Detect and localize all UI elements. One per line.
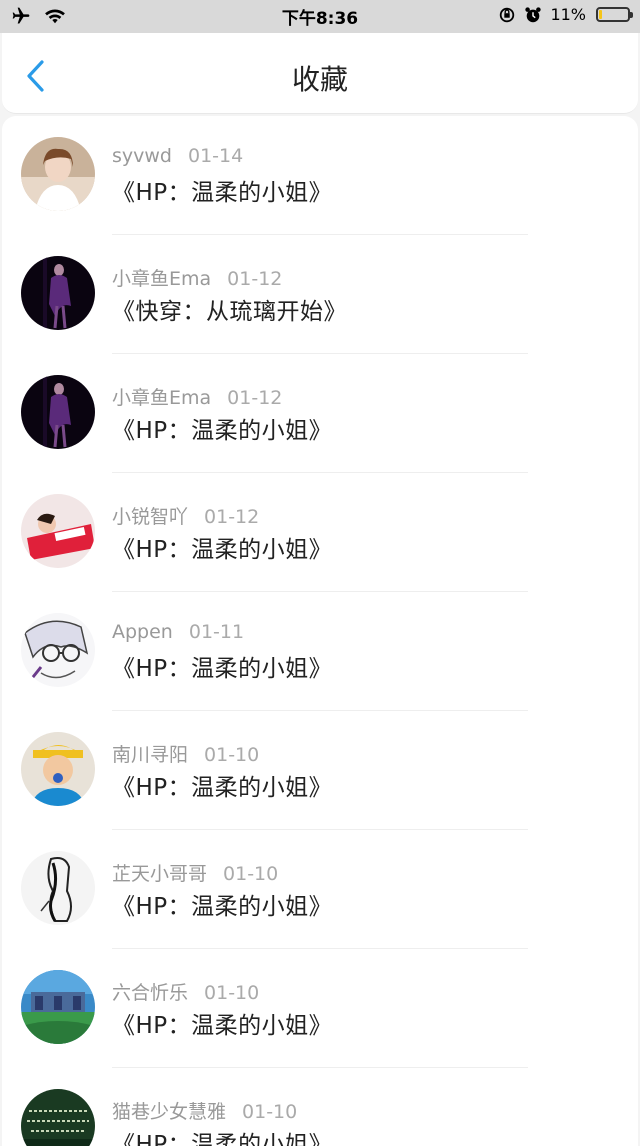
list-item[interactable]: 南川寻阳 01-10 《HP：温柔的小姐》: [2, 711, 638, 830]
item-meta: 芷天小哥哥 01-10: [112, 859, 278, 886]
list-item[interactable]: 芷天小哥哥 01-10 《HP：温柔的小姐》: [2, 830, 638, 949]
item-meta: 猫巷少女慧雅 01-10: [112, 1097, 297, 1124]
item-date: 01-11: [188, 621, 245, 643]
username[interactable]: 芷天小哥哥: [112, 863, 207, 885]
item-meta: syvwd 01-14: [112, 145, 243, 167]
alarm-icon: [524, 6, 542, 24]
status-bar: 下午8:36 11%: [0, 0, 640, 33]
battery-percent: 11%: [550, 5, 586, 24]
orientation-lock-icon: [498, 6, 516, 24]
item-date: 01-10: [204, 982, 260, 1004]
status-right: 11%: [498, 5, 633, 24]
avatar[interactable]: [21, 1089, 95, 1146]
book-title[interactable]: 《快穿：从琉璃开始》: [112, 292, 347, 326]
username[interactable]: Appen: [112, 621, 173, 643]
book-title[interactable]: 《HP：温柔的小姐》: [112, 1125, 332, 1146]
wifi-icon: [44, 7, 66, 25]
list-item[interactable]: syvwd 01-14 《HP：温柔的小姐》: [2, 116, 638, 235]
list-item[interactable]: 小章鱼Ema 01-12 《快穿：从琉璃开始》: [2, 235, 638, 354]
list-item[interactable]: 六合忻乐 01-10 《HP：温柔的小姐》: [2, 949, 638, 1068]
book-title[interactable]: 《HP：温柔的小姐》: [112, 649, 332, 683]
username[interactable]: 小章鱼Ema: [112, 387, 211, 409]
item-meta: Appen 01-11: [112, 621, 244, 643]
avatar[interactable]: [21, 375, 95, 449]
avatar[interactable]: [21, 732, 95, 806]
status-left: [10, 6, 66, 26]
list-item[interactable]: 猫巷少女慧雅 01-10 《HP：温柔的小姐》: [2, 1068, 638, 1146]
battery-fill: [599, 10, 602, 19]
avatar[interactable]: [21, 494, 95, 568]
item-meta: 六合忻乐 01-10: [112, 978, 259, 1005]
avatar[interactable]: [21, 851, 95, 925]
item-meta: 南川寻阳 01-10: [112, 740, 259, 767]
item-date: 01-14: [188, 145, 244, 167]
username[interactable]: 六合忻乐: [112, 982, 188, 1004]
book-title[interactable]: 《HP：温柔的小姐》: [112, 411, 332, 445]
page-title: 收藏: [291, 63, 348, 96]
item-meta: 小章鱼Ema 01-12: [112, 264, 282, 291]
item-date: 01-10: [204, 744, 260, 766]
avatar[interactable]: [21, 970, 95, 1044]
favorites-list: syvwd 01-14 《HP：温柔的小姐》 小章鱼Ema 01-12 《快穿：从琉…: [2, 116, 638, 1146]
book-title[interactable]: 《HP：温柔的小姐》: [112, 768, 332, 802]
avatar[interactable]: [21, 137, 95, 211]
book-title[interactable]: 《HP：温柔的小姐》: [112, 173, 332, 207]
book-title[interactable]: 《HP：温柔的小姐》: [112, 530, 332, 564]
list-item[interactable]: 小章鱼Ema 01-12 《HP：温柔的小姐》: [2, 354, 638, 473]
username[interactable]: 南川寻阳: [112, 744, 188, 766]
avatar[interactable]: [21, 613, 95, 687]
item-date: 01-12: [227, 268, 283, 290]
list-item[interactable]: Appen 01-11 《HP：温柔的小姐》: [2, 592, 638, 711]
item-date: 01-12: [227, 387, 283, 409]
nav-bar: 收藏: [2, 33, 638, 114]
item-meta: 小锐智吖 01-12: [112, 502, 259, 529]
item-date: 01-10: [242, 1101, 298, 1123]
battery-icon: [596, 7, 633, 22]
avatar[interactable]: [21, 256, 95, 330]
username[interactable]: 猫巷少女慧雅: [112, 1101, 226, 1123]
username[interactable]: syvwd: [112, 145, 172, 167]
item-meta: 小章鱼Ema 01-12: [112, 383, 282, 410]
airplane-icon: [10, 6, 32, 26]
book-title[interactable]: 《HP：温柔的小姐》: [112, 1006, 332, 1040]
book-title[interactable]: 《HP：温柔的小姐》: [112, 887, 332, 921]
list-item[interactable]: 小锐智吖 01-12 《HP：温柔的小姐》: [2, 473, 638, 592]
item-date: 01-10: [223, 863, 279, 885]
username[interactable]: 小锐智吖: [112, 506, 188, 528]
status-time: 下午8:36: [281, 9, 359, 29]
username[interactable]: 小章鱼Ema: [112, 268, 211, 290]
item-date: 01-12: [204, 506, 260, 528]
